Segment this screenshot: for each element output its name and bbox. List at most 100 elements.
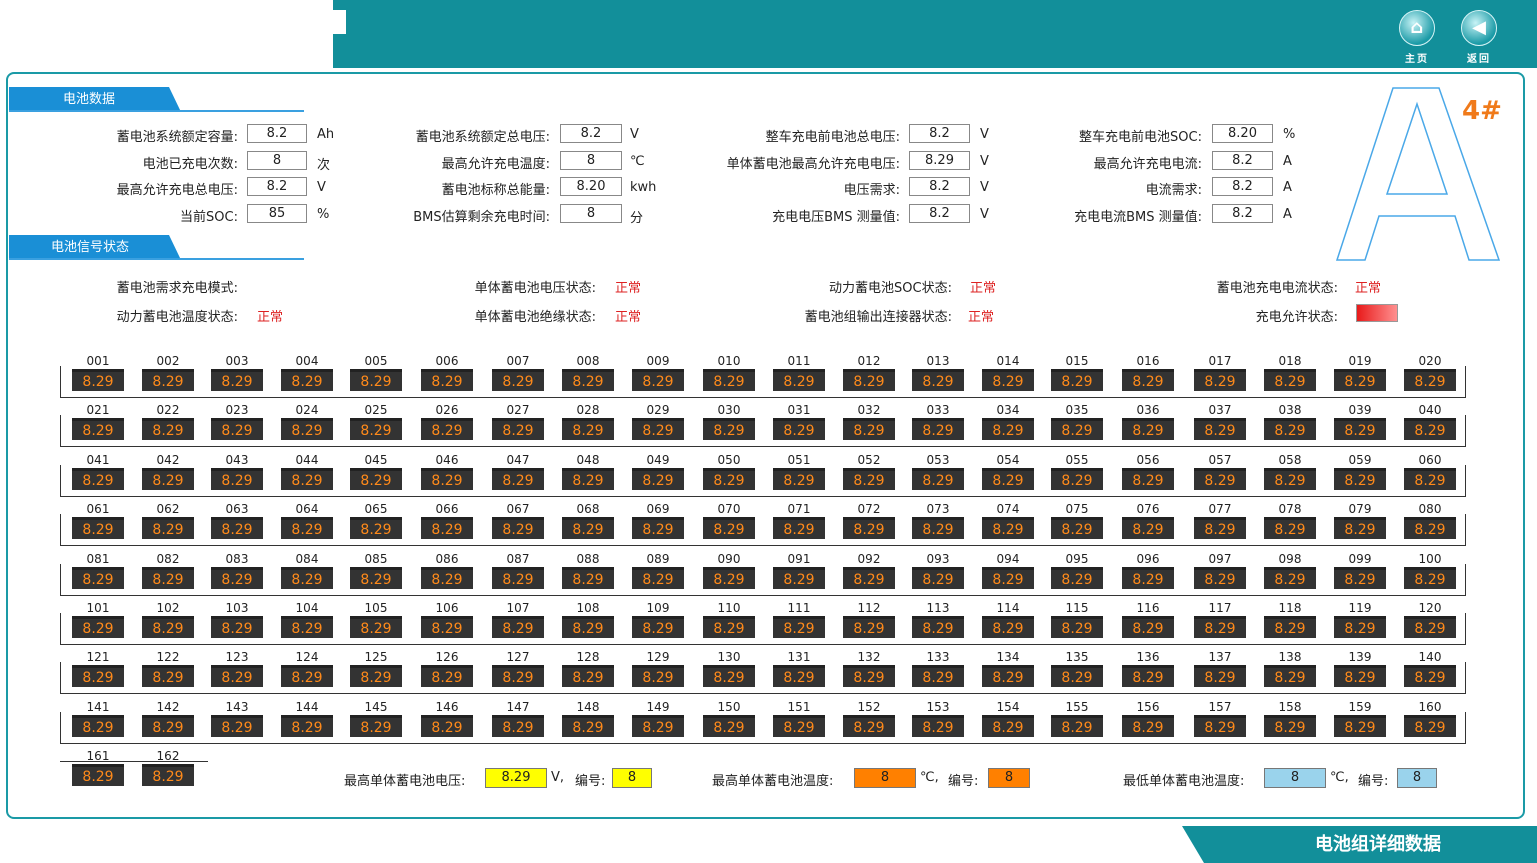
cell-voltage: 8.29 bbox=[72, 715, 124, 737]
cell-voltage: 8.29 bbox=[211, 517, 263, 539]
field-unit: % bbox=[1283, 127, 1296, 142]
cell-voltage-item: 105 8.29 bbox=[350, 601, 402, 641]
gun-number: 4# bbox=[1462, 96, 1502, 126]
cell-voltage: 8.29 bbox=[350, 715, 402, 737]
cell-voltage-item: 025 8.29 bbox=[350, 403, 402, 443]
cell-voltage: 8.29 bbox=[703, 616, 755, 638]
cell-voltage-item: 136 8.29 bbox=[1122, 650, 1174, 690]
cell-voltage-item: 129 8.29 bbox=[632, 650, 684, 690]
cell-voltage: 8.29 bbox=[281, 715, 333, 737]
max-voltage-id: 8 bbox=[612, 768, 652, 788]
cell-voltage: 8.29 bbox=[1122, 468, 1174, 490]
cell-voltage: 8.29 bbox=[1334, 616, 1386, 638]
cell-voltage: 8.29 bbox=[1194, 665, 1246, 687]
cell-voltage: 8.29 bbox=[1122, 418, 1174, 440]
cell-voltage: 8.29 bbox=[421, 369, 473, 391]
cell-voltage-item: 064 8.29 bbox=[281, 502, 333, 542]
cell-number: 001 bbox=[86, 354, 110, 368]
cell-voltage-item: 027 8.29 bbox=[492, 403, 544, 443]
cell-voltage: 8.29 bbox=[912, 468, 964, 490]
cell-voltage: 8.29 bbox=[1122, 616, 1174, 638]
cell-voltage-item: 044 8.29 bbox=[281, 453, 333, 493]
cell-number: 037 bbox=[1208, 403, 1232, 417]
cell-number: 158 bbox=[1278, 700, 1302, 714]
cell-number: 055 bbox=[1065, 453, 1089, 467]
cell-voltage-item: 062 8.29 bbox=[142, 502, 194, 542]
cell-number: 050 bbox=[717, 453, 741, 467]
cell-voltage-item: 161 8.29 bbox=[72, 749, 124, 789]
top-bar bbox=[333, 0, 1537, 68]
cell-number: 044 bbox=[295, 453, 319, 467]
cell-voltage-item: 056 8.29 bbox=[1122, 453, 1174, 493]
back-button[interactable]: ◀ 返回 bbox=[1459, 10, 1499, 66]
cell-number: 122 bbox=[156, 650, 180, 664]
cell-voltage: 8.29 bbox=[1334, 715, 1386, 737]
cell-number: 127 bbox=[506, 650, 530, 664]
cell-number: 080 bbox=[1418, 502, 1442, 516]
cell-number: 134 bbox=[996, 650, 1020, 664]
cell-number: 130 bbox=[717, 650, 741, 664]
gun-letter: A bbox=[1399, 250, 1400, 251]
cell-number: 086 bbox=[435, 552, 459, 566]
signal-label: 蓄电池组输出连接器状态: bbox=[804, 310, 952, 325]
cell-number: 129 bbox=[646, 650, 670, 664]
cell-voltage-item: 059 8.29 bbox=[1334, 453, 1386, 493]
cell-voltage-item: 052 8.29 bbox=[843, 453, 895, 493]
cell-voltage: 8.29 bbox=[492, 715, 544, 737]
cell-number: 105 bbox=[364, 601, 388, 615]
cell-number: 141 bbox=[86, 700, 110, 714]
max-voltage-value: 8.29 bbox=[485, 768, 547, 788]
cell-voltage-item: 043 8.29 bbox=[211, 453, 263, 493]
cell-voltage-item: 147 8.29 bbox=[492, 700, 544, 740]
cell-voltage: 8.29 bbox=[703, 517, 755, 539]
cell-voltage-item: 067 8.29 bbox=[492, 502, 544, 542]
cell-voltage-item: 014 8.29 bbox=[982, 354, 1034, 394]
cell-voltage-item: 020 8.29 bbox=[1404, 354, 1456, 394]
cell-voltage-item: 082 8.29 bbox=[142, 552, 194, 592]
cell-voltage-item: 063 8.29 bbox=[211, 502, 263, 542]
cell-voltage: 8.29 bbox=[350, 369, 402, 391]
cell-voltage: 8.29 bbox=[632, 517, 684, 539]
max-voltage-unit: V, bbox=[551, 770, 565, 785]
cell-voltage-item: 102 8.29 bbox=[142, 601, 194, 641]
cell-voltage-item: 079 8.29 bbox=[1334, 502, 1386, 542]
cell-voltage: 8.29 bbox=[350, 665, 402, 687]
signal-label: 蓄电池需求充电模式: bbox=[116, 281, 238, 296]
cell-number: 109 bbox=[646, 601, 670, 615]
cell-voltage-item: 109 8.29 bbox=[632, 601, 684, 641]
cell-voltage: 8.29 bbox=[492, 369, 544, 391]
cell-voltage: 8.29 bbox=[912, 616, 964, 638]
cell-voltage-item: 071 8.29 bbox=[773, 502, 825, 542]
home-button[interactable]: ⌂ 主页 bbox=[1397, 10, 1437, 66]
cell-number: 028 bbox=[576, 403, 600, 417]
cell-voltage: 8.29 bbox=[773, 418, 825, 440]
cell-voltage-item: 162 8.29 bbox=[142, 749, 194, 789]
cell-voltage: 8.29 bbox=[703, 567, 755, 589]
battery-detail-screen: ⌂ 主页 ◀ 返回 电池数据 蓄电池系统额定容量: 8.2 Ah 电池已充电次数: 8 次… bbox=[0, 0, 1537, 863]
cell-number: 026 bbox=[435, 403, 459, 417]
cell-voltage: 8.29 bbox=[492, 616, 544, 638]
cell-voltage: 8.29 bbox=[72, 616, 124, 638]
cell-voltage-item: 086 8.29 bbox=[421, 552, 473, 592]
cell-voltage-item: 151 8.29 bbox=[773, 700, 825, 740]
cell-voltage: 8.29 bbox=[843, 369, 895, 391]
field-value: 8.29 bbox=[909, 151, 970, 170]
cell-voltage-item: 148 8.29 bbox=[562, 700, 614, 740]
cell-number: 058 bbox=[1278, 453, 1302, 467]
cell-voltage: 8.29 bbox=[142, 517, 194, 539]
cell-number: 081 bbox=[86, 552, 110, 566]
cell-voltage-item: 040 8.29 bbox=[1404, 403, 1456, 443]
cell-voltage-item: 120 8.29 bbox=[1404, 601, 1456, 641]
cell-voltage: 8.29 bbox=[982, 468, 1034, 490]
field-unit: V bbox=[317, 180, 326, 195]
field-label: 整车充电前电池总电压: bbox=[765, 130, 900, 145]
cell-number: 103 bbox=[225, 601, 249, 615]
cell-voltage-item: 023 8.29 bbox=[211, 403, 263, 443]
cell-voltage: 8.29 bbox=[843, 517, 895, 539]
cell-voltage: 8.29 bbox=[1264, 616, 1316, 638]
cell-voltage: 8.29 bbox=[562, 715, 614, 737]
cell-number: 060 bbox=[1418, 453, 1442, 467]
cell-voltage: 8.29 bbox=[1122, 665, 1174, 687]
field-label: 充电电压BMS 测量值: bbox=[772, 210, 900, 225]
cell-number: 002 bbox=[156, 354, 180, 368]
